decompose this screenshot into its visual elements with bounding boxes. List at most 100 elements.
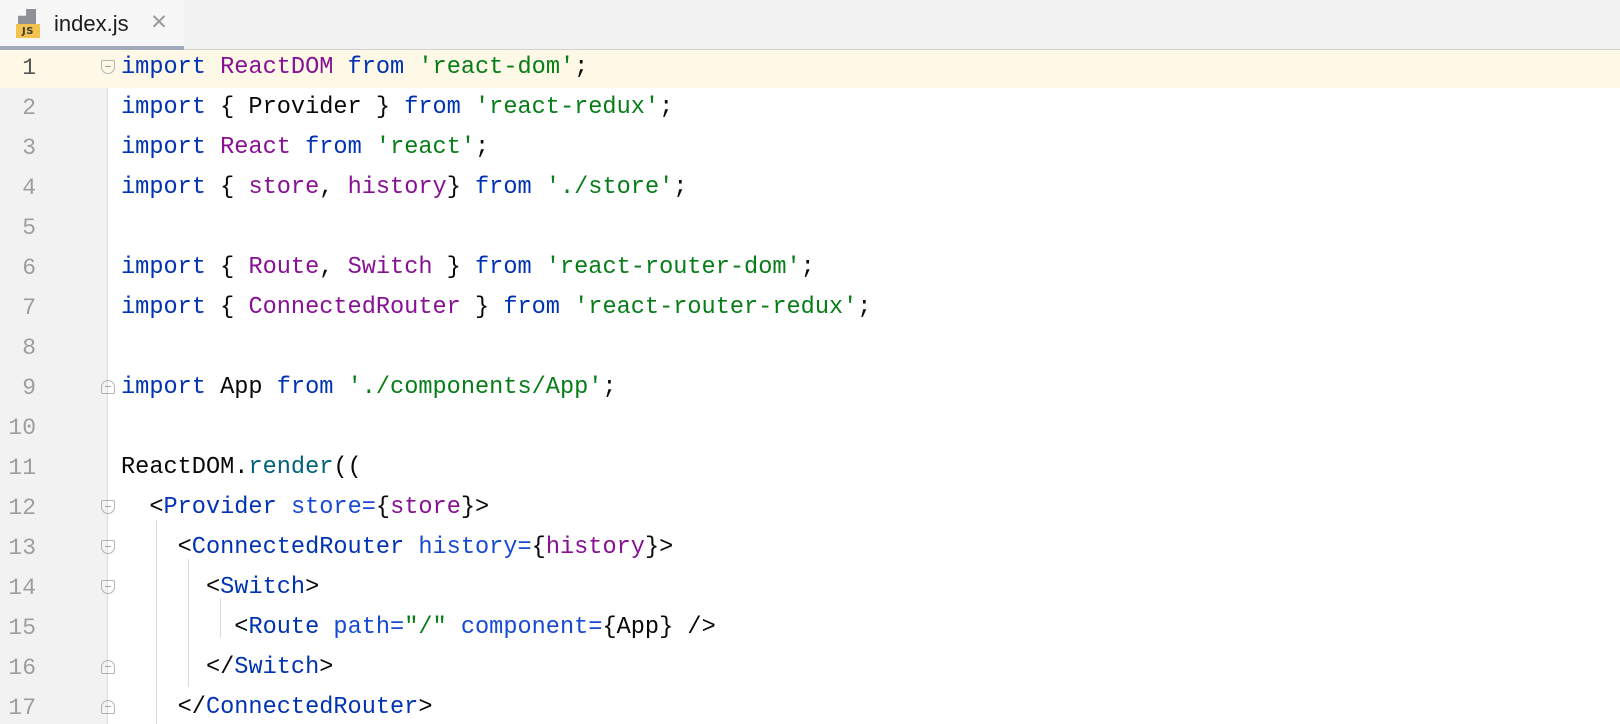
code-editor[interactable]: 1 import ReactDOM from 'react-dom'; 2 impor… [0, 50, 1620, 724]
code-token: </ [121, 654, 235, 681]
tab-index-js[interactable]: JS index.js ✕ [0, 0, 184, 50]
code-token: > [418, 694, 433, 721]
line-number-cell: 14 [0, 568, 108, 608]
code-line[interactable]: 9 import App from './components/App'; [0, 368, 1620, 408]
line-number: 7 [22, 295, 36, 321]
code-line[interactable]: 7 import { ConnectedRouter } from 'react-… [0, 288, 1620, 328]
code-token: } [432, 254, 475, 281]
line-number: 13 [8, 535, 36, 561]
code-line[interactable]: 5 [0, 208, 1620, 248]
code-token: > [305, 574, 320, 601]
code-token: import [121, 94, 206, 121]
code-text: import { Provider } from 'react-redux'; [121, 88, 673, 128]
line-number-cell: 6 [0, 248, 108, 288]
code-line[interactable]: 8 [0, 328, 1620, 368]
code-line[interactable]: 2 import { Provider } from 'react-redux'; [0, 88, 1620, 128]
code-token: store [390, 494, 461, 521]
line-number: 14 [8, 575, 36, 601]
code-text: <Provider store={store}> [121, 488, 489, 528]
fold-collapse-icon[interactable] [101, 540, 115, 554]
code-token: './components/App' [347, 374, 603, 401]
line-number-cell: 10 [0, 408, 108, 448]
code-token: import [121, 54, 206, 81]
code-token: './store' [545, 174, 674, 201]
fold-collapse-icon[interactable] [101, 500, 115, 514]
code-token: } [446, 174, 476, 201]
code-token: from [305, 134, 362, 161]
code-token: ; [673, 174, 688, 201]
code-token: 'react-router-redux' [574, 294, 858, 321]
code-text: import { store, history} from './store'; [121, 168, 687, 208]
line-number: 16 [8, 655, 36, 681]
code-line[interactable]: 10 [0, 408, 1620, 448]
code-line[interactable]: 1 import ReactDOM from 'react-dom'; [0, 50, 1620, 88]
code-token: < [121, 574, 221, 601]
line-number-cell: 3 [0, 128, 108, 168]
code-line[interactable]: 4 import { store, history} from './store'… [0, 168, 1620, 208]
code-line[interactable]: 16 </Switch> [0, 648, 1620, 688]
code-token: from [503, 294, 560, 321]
code-token: , [319, 254, 348, 281]
code-token: history [347, 174, 447, 201]
code-token: ReactDOM. [121, 454, 249, 481]
code-text: import { ConnectedRouter } from 'react-r… [121, 288, 871, 328]
code-token: ; [574, 54, 589, 81]
line-number: 4 [22, 175, 36, 201]
code-token: render [248, 454, 334, 481]
code-token: { [531, 534, 546, 561]
code-line[interactable]: 11 ReactDOM.render(( [0, 448, 1620, 488]
line-number-cell: 16 [0, 648, 108, 688]
fold-end-icon[interactable] [101, 380, 115, 394]
line-number: 15 [8, 615, 36, 641]
fold-end-icon[interactable] [101, 660, 115, 674]
code-token: < [121, 494, 164, 521]
code-line[interactable]: 12 <Provider store={store}> [0, 488, 1620, 528]
code-line[interactable]: 14 <Switch> [0, 568, 1620, 608]
code-token: history [545, 534, 645, 561]
code-text: import { Route, Switch } from 'react-rou… [121, 248, 815, 288]
fold-end-icon[interactable] [101, 700, 115, 714]
close-icon[interactable]: ✕ [147, 10, 171, 34]
code-token: import [121, 254, 206, 281]
code-token: from [276, 374, 334, 401]
code-token: from [404, 94, 461, 121]
fold-collapse-icon[interactable] [101, 580, 115, 594]
line-number-cell: 13 [0, 528, 108, 568]
code-line[interactable]: 15 <Route path="/" component={App} /> [0, 608, 1620, 648]
code-line[interactable]: 3 import React from 'react'; [0, 128, 1620, 168]
code-token: store= [290, 494, 376, 521]
code-token: ConnectedRouter [191, 534, 405, 561]
code-token: 'react' [375, 134, 476, 161]
code-token: import [121, 374, 206, 401]
line-number-cell: 17 [0, 688, 108, 724]
code-text: import React from 'react'; [121, 128, 489, 168]
code-token: from [347, 54, 405, 81]
code-text: </Switch> [121, 648, 333, 688]
line-number: 6 [22, 255, 36, 281]
code-token: , [319, 174, 348, 201]
code-token: { [375, 494, 391, 521]
code-token: component= [460, 614, 603, 641]
line-number: 8 [22, 335, 36, 361]
code-token: { [205, 254, 249, 281]
code-token: ; [602, 374, 617, 401]
code-token: { Provider } [205, 94, 405, 121]
code-token: 'react-router-dom' [545, 254, 801, 281]
code-line[interactable]: 6 import { Route, Switch } from 'react-ro… [0, 248, 1620, 288]
line-number: 5 [22, 215, 36, 241]
code-token: {App} /> [602, 614, 716, 641]
fold-collapse-icon[interactable] [101, 60, 115, 74]
line-number-cell: 2 [0, 88, 108, 128]
code-token: }> [644, 534, 674, 561]
code-token: from [475, 174, 532, 201]
code-line[interactable]: 17 </ConnectedRouter> [0, 688, 1620, 724]
code-line[interactable]: 13 <ConnectedRouter history={history}> [0, 528, 1620, 568]
code-token: Switch [234, 654, 320, 681]
